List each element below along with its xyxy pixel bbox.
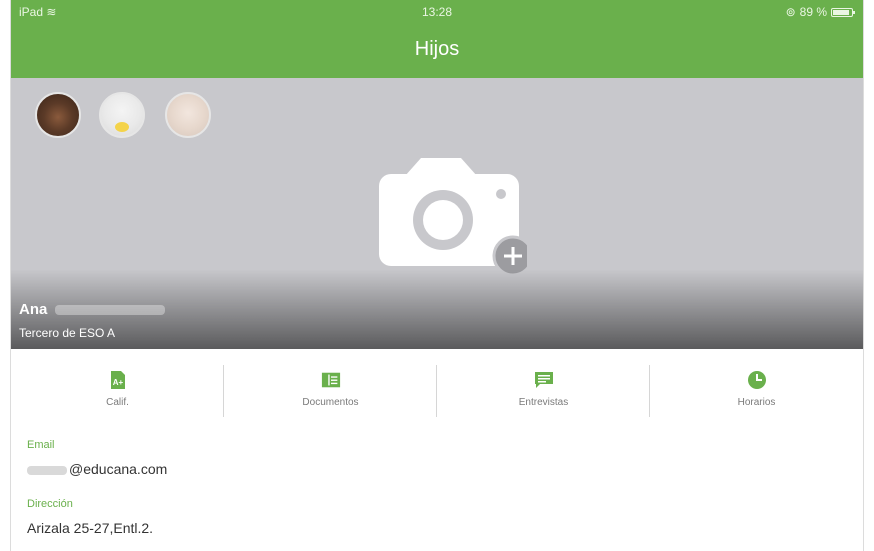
interview-chat-icon [534, 369, 554, 391]
child-avatar-3[interactable] [165, 92, 211, 138]
child-avatar-1[interactable] [35, 92, 81, 138]
action-bar: A+ Calif. Documentos Entrevistas Horario… [11, 349, 863, 425]
child-name: Ana [19, 301, 166, 318]
schedules-label: Horarios [737, 397, 776, 408]
interviews-label: Entrevistas [518, 397, 569, 408]
add-photo-camera-icon[interactable] [367, 154, 527, 274]
svg-text:A+: A+ [112, 378, 123, 387]
email-section: Email @educana.com [27, 439, 167, 477]
battery-percent: 89 % [799, 5, 827, 19]
grades-button[interactable]: A+ Calif. [11, 349, 224, 425]
address-label: Dirección [27, 498, 73, 510]
child-class: Tercero de ESO A [19, 326, 116, 340]
app-frame: iPad ≋ 13:28 ⊚ 89 % Hijos Ana Tercero de… [10, 0, 864, 551]
battery-icon [831, 7, 855, 17]
grades-label: Calif. [106, 397, 129, 408]
documents-button[interactable]: Documentos [224, 349, 437, 425]
child-profile-header: Ana Tercero de ESO A [11, 78, 863, 349]
page-title: Hijos [414, 38, 460, 60]
schedules-button[interactable]: Horarios [650, 349, 863, 425]
interviews-button[interactable]: Entrevistas [437, 349, 650, 425]
documents-label: Documentos [302, 397, 359, 408]
blurred-surname [55, 305, 166, 316]
grades-doc-icon: A+ [108, 369, 128, 391]
alarm-icon: ⊚ [785, 5, 796, 19]
address-section: Dirección Arizala 25-27,Entl.2. [27, 498, 153, 536]
address-value: Arizala 25-27,Entl.2. [27, 520, 154, 536]
email-value[interactable]: @educana.com [27, 461, 167, 477]
battery-status: ⊚ 89 % [785, 5, 855, 19]
status-time: 13:28 [421, 5, 453, 19]
clock-icon [747, 369, 767, 391]
email-label: Email [27, 439, 55, 451]
status-bar: iPad ≋ 13:28 ⊚ 89 % [11, 0, 863, 24]
child-avatar-2[interactable] [99, 92, 145, 138]
documents-icon [321, 369, 341, 391]
nav-bar: Hijos [11, 24, 863, 78]
blurred-email-user [27, 465, 67, 475]
